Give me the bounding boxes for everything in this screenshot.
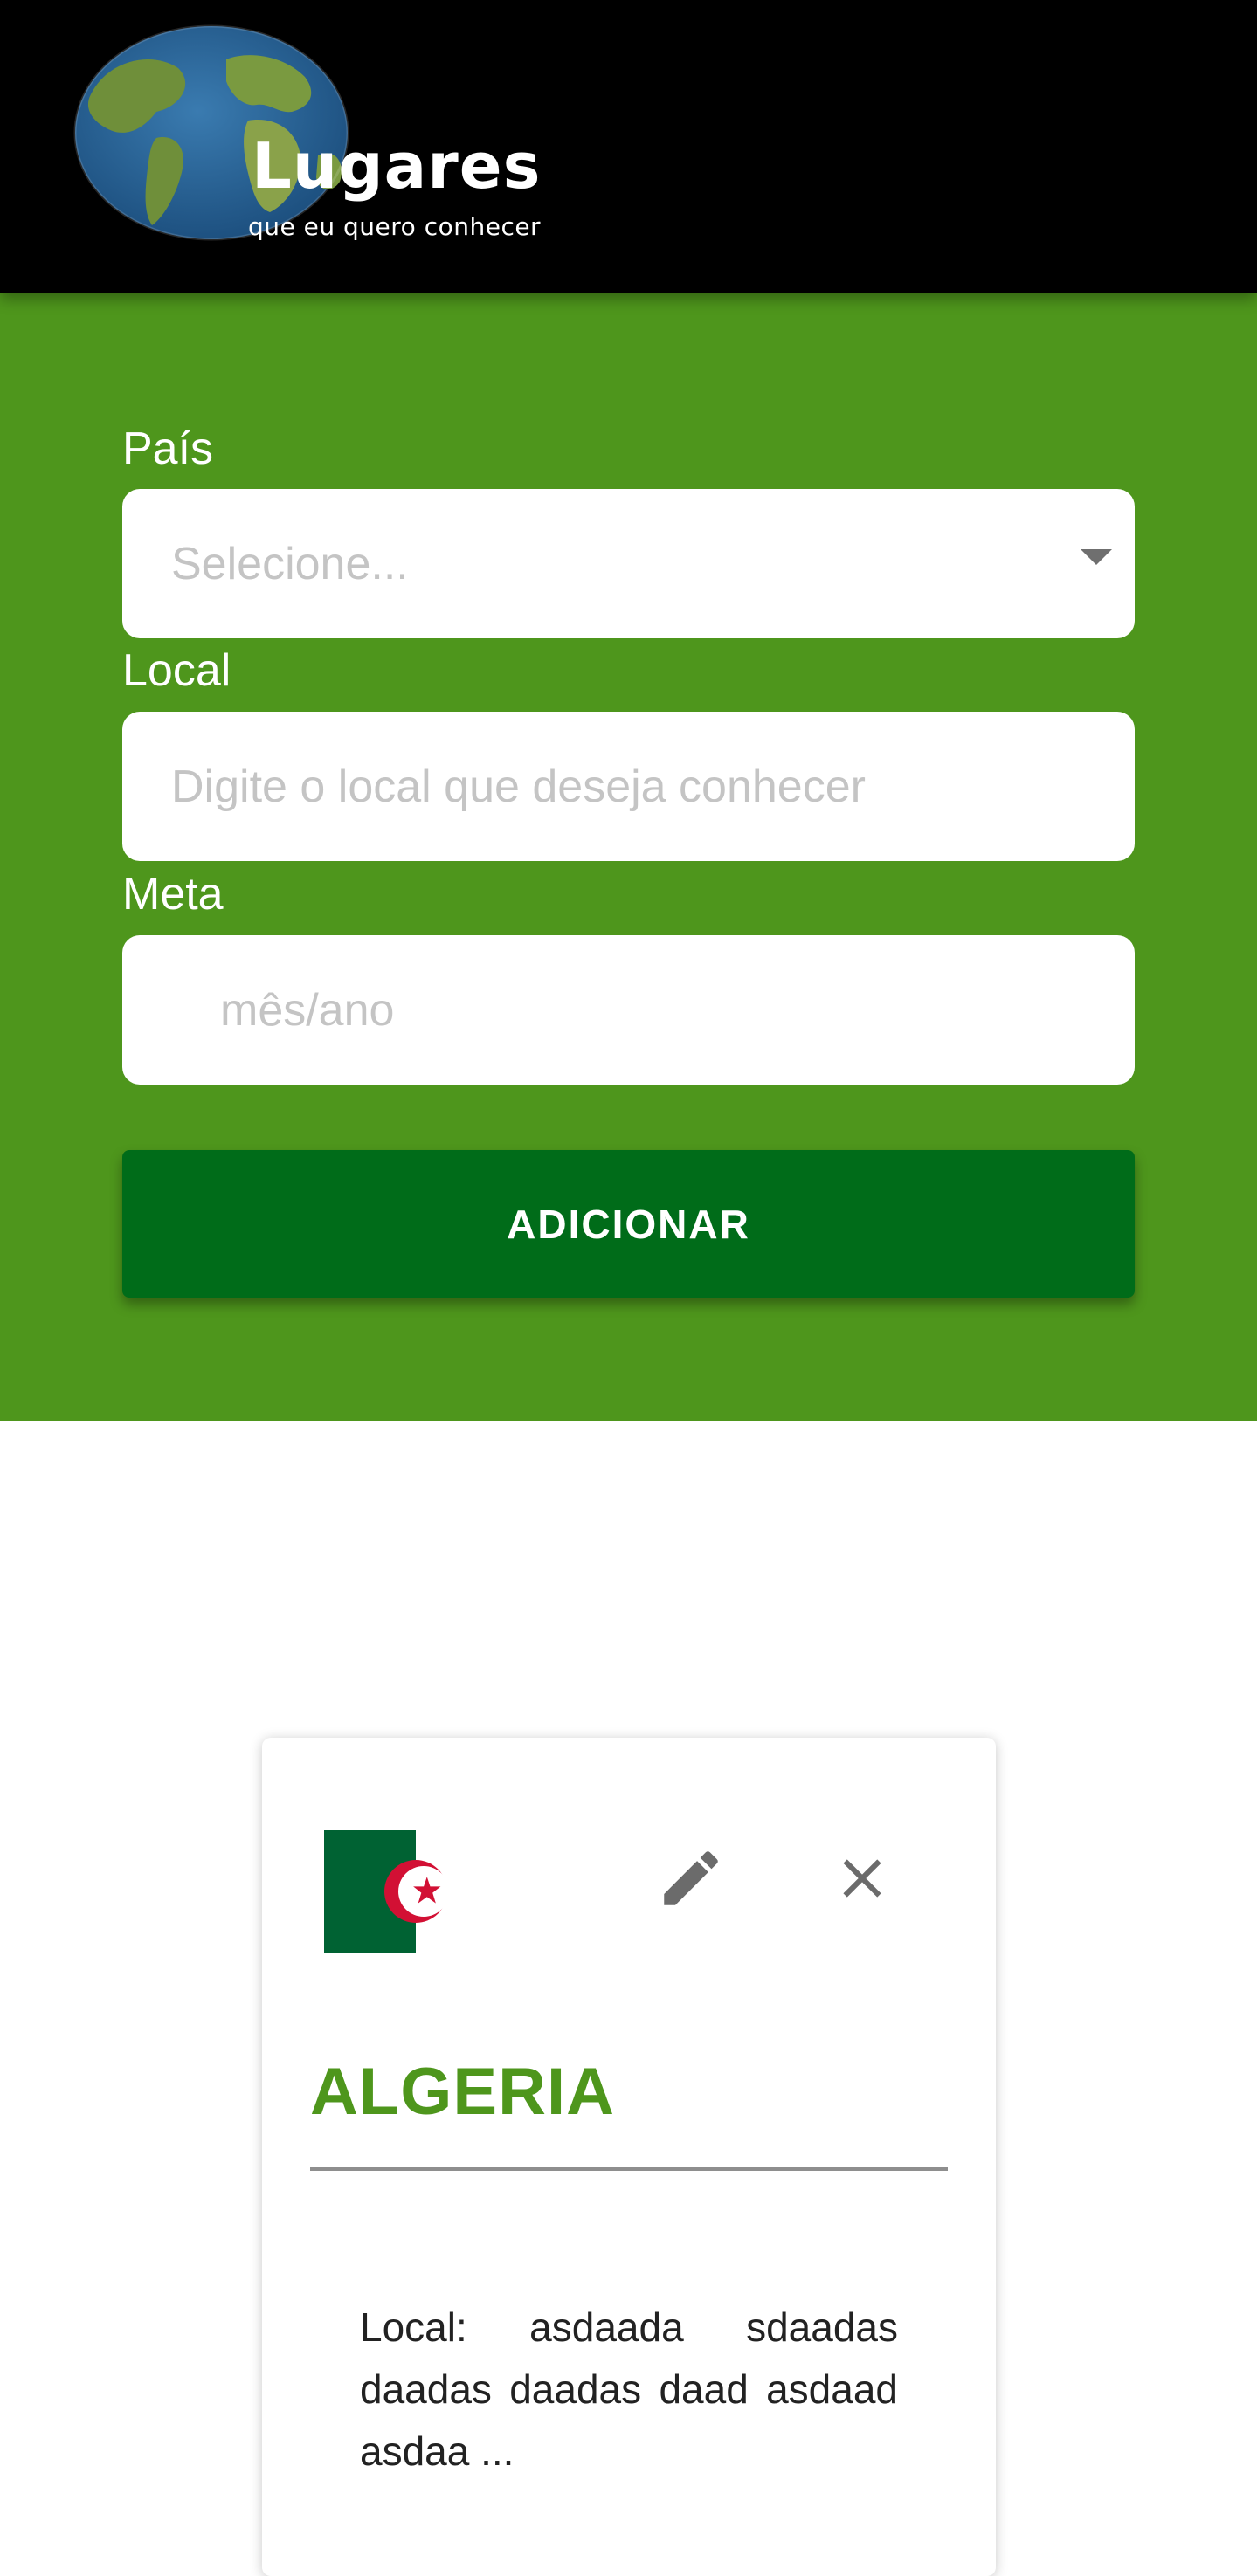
app-header: Lugares que eu quero conhecer <box>0 0 1257 293</box>
chevron-down-icon <box>1081 549 1112 565</box>
goal-label: Meta <box>122 869 224 920</box>
close-icon[interactable] <box>830 1846 894 1911</box>
local-text: Local: asdaada sdaadas daadas daadas daa… <box>360 2304 898 2474</box>
country-label: País <box>122 424 214 474</box>
logo[interactable]: Lugares que eu quero conhecer <box>73 24 615 251</box>
logo-title: Lugares <box>252 129 542 203</box>
logo-subtitle: que eu quero conhecer <box>248 212 542 241</box>
pencil-icon[interactable] <box>655 1842 727 1914</box>
place-card: ALGERIA Local: asdaada sdaadas daadas da… <box>262 1738 996 2576</box>
country-select[interactable]: Selecione... <box>122 489 1135 638</box>
place-label: Local <box>122 645 231 696</box>
place-input-placeholder: Digite o local que deseja conhecer <box>171 761 866 812</box>
country-name: ALGERIA <box>310 2055 615 2129</box>
goal-input[interactable]: mês/ano <box>122 935 1135 1085</box>
algeria-flag-icon <box>324 1830 446 1953</box>
place-input[interactable]: Digite o local que deseja conhecer <box>122 712 1135 861</box>
add-button[interactable]: ADICIONAR <box>122 1150 1135 1298</box>
country-select-placeholder: Selecione... <box>171 538 409 589</box>
goal-input-placeholder: mês/ano <box>220 984 395 1036</box>
add-place-form: País Selecione... Local Digite o local q… <box>0 293 1257 1421</box>
divider <box>310 2167 948 2171</box>
